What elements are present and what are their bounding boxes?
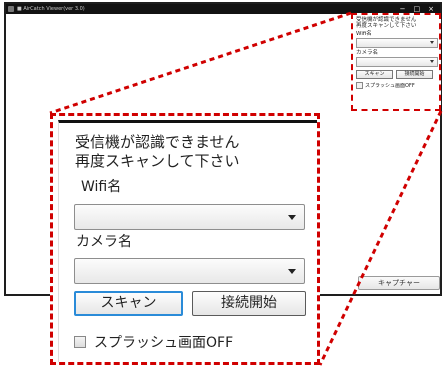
camera-select[interactable] bbox=[74, 258, 305, 284]
zoom-inner: 受信機が認識できません 再度スキャンして下さい Wifi名 カメラ名 スキャン … bbox=[58, 120, 317, 362]
splash-checkbox-row[interactable]: スプラッシュ画面OFF bbox=[74, 332, 233, 352]
button-row: スキャン 接続開始 bbox=[356, 70, 436, 79]
window-title: ■ AirCatch Viewer(ver 3.0) bbox=[17, 6, 85, 12]
screenshot-stage: ■ AirCatch Viewer(ver 3.0) − □ × キャプチャー … bbox=[0, 0, 446, 370]
chevron-down-icon bbox=[430, 41, 434, 44]
splash-checkbox-label: スプラッシュ画面OFF bbox=[94, 335, 234, 351]
connection-panel-zoomed: 受信機が認識できません 再度スキャンして下さい Wifi名 カメラ名 スキャン … bbox=[50, 113, 320, 365]
app-icon bbox=[8, 6, 14, 12]
checkbox-icon[interactable] bbox=[356, 82, 363, 89]
wifi-label: Wifi名 bbox=[81, 179, 122, 195]
connect-button[interactable]: 接続開始 bbox=[192, 291, 306, 316]
wifi-label: Wifi名 bbox=[356, 31, 372, 37]
chevron-down-icon bbox=[288, 215, 296, 220]
camera-select[interactable] bbox=[356, 57, 438, 67]
status-message: 受信機が認識できません 再度スキャンして下さい bbox=[75, 133, 240, 170]
checkbox-icon[interactable] bbox=[74, 336, 86, 348]
splash-checkbox-row[interactable]: スプラッシュ画面OFF bbox=[356, 82, 436, 89]
connect-button[interactable]: 接続開始 bbox=[396, 70, 433, 79]
status-message: 受信機が認識できません 再度スキャンして下さい bbox=[356, 17, 417, 29]
capture-button[interactable]: キャプチャー bbox=[358, 276, 440, 290]
chevron-down-icon bbox=[430, 60, 434, 63]
scan-button[interactable]: スキャン bbox=[356, 70, 393, 79]
chevron-down-icon bbox=[288, 269, 296, 274]
camera-label: カメラ名 bbox=[76, 234, 132, 250]
wifi-select[interactable] bbox=[356, 38, 438, 48]
scan-button[interactable]: スキャン bbox=[74, 291, 183, 316]
connection-panel-actual: 受信機が認識できません 再度スキャンして下さい Wifi名 カメラ名 スキャン … bbox=[351, 13, 441, 111]
wifi-select[interactable] bbox=[74, 204, 305, 230]
splash-checkbox-label: スプラッシュ画面OFF bbox=[365, 82, 415, 89]
camera-label: カメラ名 bbox=[356, 50, 379, 56]
